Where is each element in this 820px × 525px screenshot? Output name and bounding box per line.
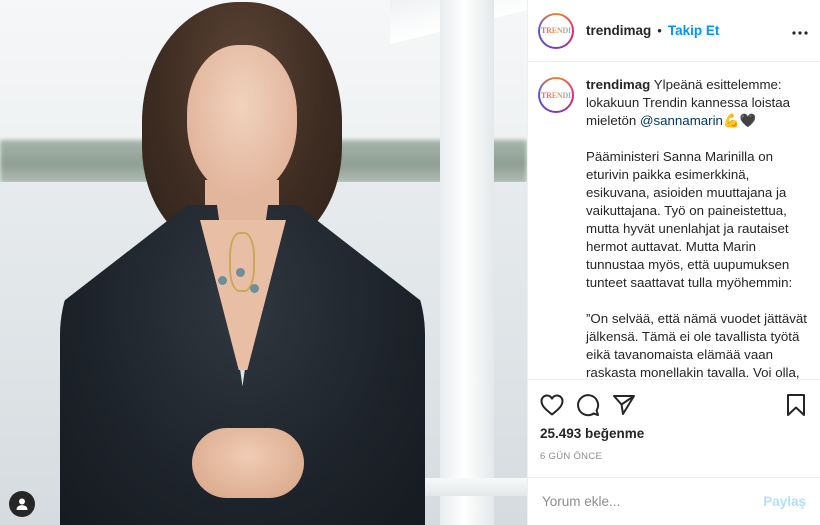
username-link[interactable]: trendimag <box>586 23 651 38</box>
post-actions: 25.493 beğenme 6 GÜN ÖNCE <box>528 379 820 477</box>
caption: trendimag Ylpeänä esittelemme: lokakuun … <box>586 76 808 379</box>
post-side-panel: TRENDI trendimag • Takip Et TRENDI trend… <box>527 0 820 525</box>
save-button[interactable] <box>784 393 808 417</box>
caption-paragraph: ”On selvää, että nämä vuodet jättävät jä… <box>586 311 808 379</box>
avatar-logo: TRENDI <box>541 90 571 100</box>
photo-gem <box>250 284 259 293</box>
post-comment-button[interactable]: Paylaş <box>763 494 806 509</box>
share-button[interactable] <box>612 393 636 417</box>
paper-plane-icon <box>613 395 635 415</box>
tagged-users-button[interactable] <box>9 491 35 517</box>
avatar-logo: TRENDI <box>541 26 571 35</box>
avatar[interactable]: TRENDI <box>538 12 574 49</box>
more-horizontal-icon <box>792 30 808 35</box>
comment-icon <box>577 394 600 417</box>
photo-gem <box>218 276 227 285</box>
photo-hands <box>192 428 304 498</box>
separator-dot: • <box>657 23 662 38</box>
caption-paragraph: Pääministeri Sanna Marinilla on eturivin… <box>586 149 793 290</box>
comments-area[interactable]: TRENDI trendimag Ylpeänä esittelemme: lo… <box>528 62 820 379</box>
post-timestamp[interactable]: 6 GÜN ÖNCE <box>540 451 808 462</box>
like-button[interactable] <box>540 393 564 417</box>
likes-count[interactable]: 25.493 beğenme <box>540 426 808 441</box>
action-icons <box>540 388 808 422</box>
post-photo[interactable] <box>0 0 527 525</box>
caption-emoji: 💪🖤 <box>722 113 757 128</box>
follow-button[interactable]: Takip Et <box>668 23 720 38</box>
comment-form: Paylaş <box>528 477 820 525</box>
post-header: TRENDI trendimag • Takip Et <box>528 0 820 62</box>
photo-necklace <box>229 232 255 292</box>
instagram-post: TRENDI trendimag • Takip Et TRENDI trend… <box>0 0 820 525</box>
photo-gem <box>236 268 245 277</box>
user-icon <box>16 498 28 510</box>
caption-avatar[interactable]: TRENDI <box>538 77 574 113</box>
photo-pillar <box>440 0 494 525</box>
heart-icon <box>540 394 564 416</box>
photo-face <box>187 45 297 195</box>
caption-username[interactable]: trendimag <box>586 77 650 92</box>
more-options-button[interactable] <box>792 22 808 40</box>
comment-input[interactable] <box>542 494 764 509</box>
comment-button[interactable] <box>576 393 600 417</box>
bookmark-icon <box>787 394 805 416</box>
mention-link[interactable]: @sannamarin <box>640 113 723 128</box>
